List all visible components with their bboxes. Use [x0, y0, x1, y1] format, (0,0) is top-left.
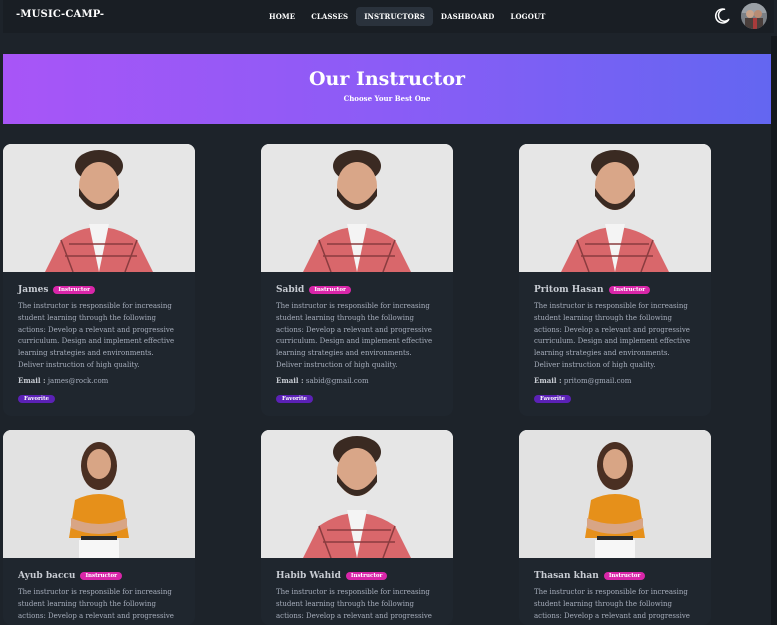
- instructor-photo: [3, 144, 195, 272]
- instructor-description: The instructor is responsible for increa…: [18, 588, 174, 620]
- instructor-name: Thasan khan: [534, 571, 599, 581]
- nav-link-home[interactable]: HOME: [261, 7, 303, 26]
- instructor-email-row: Email : pritom@gmail.com: [534, 376, 696, 385]
- instructor-name: Pritom Hasan: [534, 285, 604, 295]
- instructor-email: pritom@gmail.com: [563, 376, 632, 385]
- instructor-photo: [519, 430, 711, 558]
- instructor-name: James: [18, 285, 49, 295]
- instructor-badge: Instructor: [80, 572, 123, 580]
- instructor-name: Sabid: [276, 285, 305, 295]
- instructor-description: The instructor is responsible for increa…: [276, 588, 432, 620]
- instructor-card: Habib Wahid Instructor The instructor is…: [261, 430, 453, 625]
- instructor-description: The instructor is responsible for increa…: [276, 302, 433, 369]
- email-label: Email :: [276, 375, 304, 385]
- email-label: Email :: [18, 375, 46, 385]
- user-avatar[interactable]: [741, 3, 767, 29]
- instructor-card: Sabid Instructor The instructor is respo…: [261, 144, 453, 416]
- instructor-badge: Instructor: [309, 286, 351, 294]
- instructor-badge: Instructor: [345, 572, 388, 580]
- instructor-badge: Instructor: [603, 572, 646, 580]
- navbar: -MUSIC-CAMP- HOME CLASSES INSTRUCTORS DA…: [3, 0, 774, 33]
- instructor-description: The instructor is responsible for increa…: [534, 588, 690, 620]
- instructor-card: Thasan khan Instructor The instructor is…: [519, 430, 711, 625]
- brand-logo[interactable]: -MUSIC-CAMP-: [16, 9, 104, 20]
- instructor-badge: Instructor: [608, 286, 651, 294]
- instructor-email: james@rock.com: [47, 376, 109, 385]
- instructor-card: Pritom Hasan Instructor The instructor i…: [519, 144, 711, 416]
- nav-links: HOME CLASSES INSTRUCTORS DASHBOARD LOGOU…: [261, 7, 553, 26]
- favorite-button[interactable]: Favorite: [18, 394, 56, 403]
- instructor-email-row: Email : james@rock.com: [18, 376, 180, 385]
- instructor-name: Habib Wahid: [276, 571, 341, 581]
- favorite-button[interactable]: Favorite: [276, 394, 314, 403]
- moon-icon[interactable]: [712, 6, 732, 26]
- nav-link-instructors[interactable]: INSTRUCTORS: [356, 7, 433, 26]
- nav-link-dashboard[interactable]: DASHBOARD: [433, 7, 503, 26]
- instructor-badge: Instructor: [53, 286, 95, 294]
- nav-link-classes[interactable]: CLASSES: [303, 7, 356, 26]
- instructor-card: Ayub baccu Instructor The instructor is …: [3, 430, 195, 625]
- instructor-card: James Instructor The instructor is respo…: [3, 144, 195, 416]
- instructor-name: Ayub baccu: [18, 571, 76, 581]
- instructor-description: The instructor is responsible for increa…: [534, 302, 691, 369]
- instructor-email: sabid@gmail.com: [305, 376, 369, 385]
- instructor-photo: [261, 430, 453, 558]
- favorite-button[interactable]: Favorite: [534, 394, 572, 403]
- instructor-photo: [261, 144, 453, 272]
- page-title: Our Instructor: [308, 68, 466, 90]
- instructor-email-row: Email : sabid@gmail.com: [276, 376, 438, 385]
- page-subtitle: Choose Your Best One: [343, 94, 431, 103]
- nav-link-logout[interactable]: LOGOUT: [502, 7, 553, 26]
- instructor-description: The instructor is responsible for increa…: [18, 302, 175, 369]
- instructor-photo: [3, 430, 195, 558]
- email-label: Email :: [534, 375, 562, 385]
- page-banner: Our Instructor Choose Your Best One: [3, 54, 771, 124]
- instructor-photo: [519, 144, 711, 272]
- scrollbar[interactable]: [771, 36, 777, 625]
